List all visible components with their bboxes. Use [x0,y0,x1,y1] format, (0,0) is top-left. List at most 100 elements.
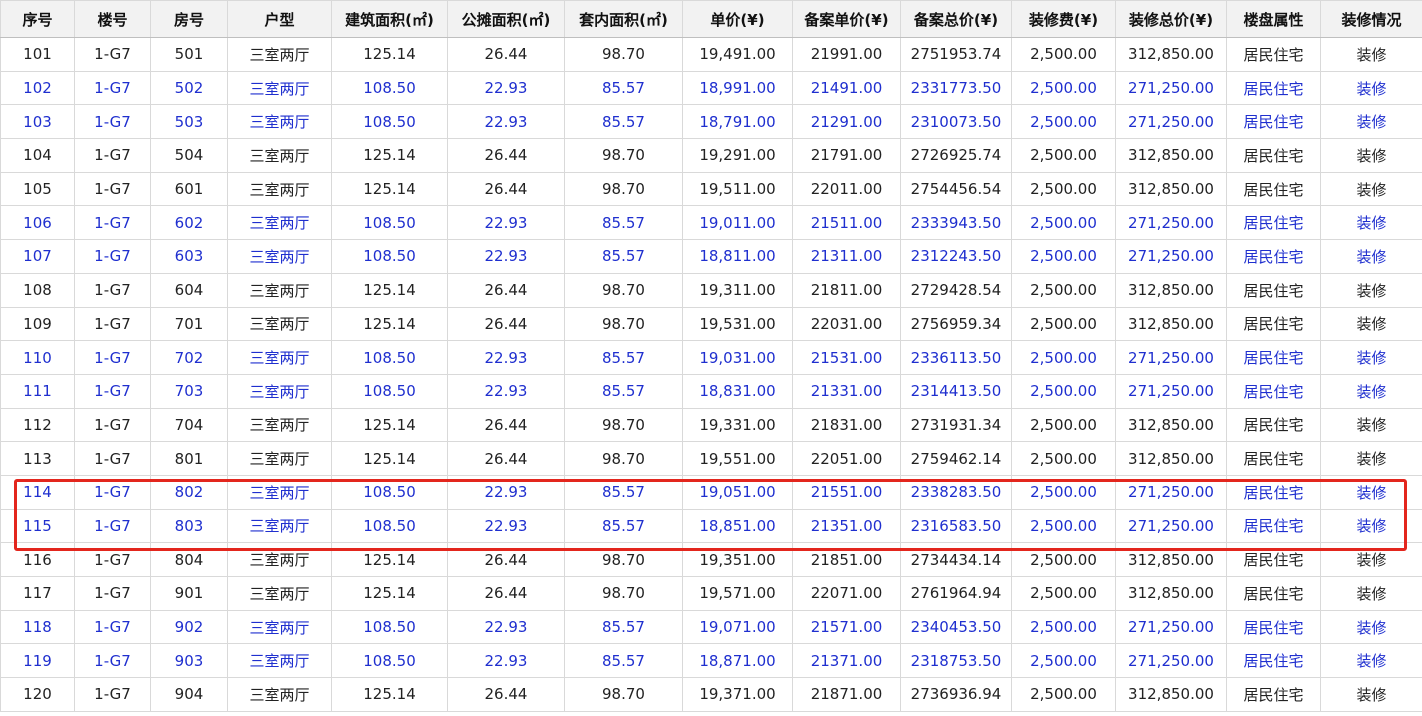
table-row[interactable]: 108 1-G7 604 三室两厅 125.14 26.44 98.70 19,311.00 2… [0,272,1422,308]
decoration-total-column-header[interactable]: 装修总价(¥) [1115,0,1227,38]
inner-area-column-header[interactable]: 套内面积(㎡) [564,0,683,38]
filed-unit-price-cell: 21331.00 [792,373,901,409]
decoration-fee-column-header[interactable]: 装修费(¥) [1011,0,1116,38]
decoration-fee-cell: 2,500.00 [1011,576,1116,611]
decoration-status-cell: 装修 [1320,508,1422,544]
table-row[interactable]: 109 1-G7 701 三室两厅 125.14 26.44 98.70 19,531.00 2… [0,306,1422,342]
seq-cell: 102 [0,70,75,106]
shared-area-cell: 22.93 [447,205,565,241]
table-row[interactable]: 117 1-G7 901 三室两厅 125.14 26.44 98.70 19,571.00 2… [0,576,1422,611]
gross-area-column-header[interactable]: 建筑面积(㎡) [331,0,448,38]
filed-unit-price-cell: 22071.00 [792,576,901,611]
property-type-cell: 居民住宅 [1226,474,1321,510]
layout-cell: 三室两厅 [227,70,332,106]
decoration-status-cell: 装修 [1320,70,1422,106]
inner-area-cell: 85.57 [564,205,683,241]
building-cell: 1-G7 [74,643,151,679]
filed-total-price-cell: 2759462.14 [900,441,1012,476]
table-row[interactable]: 111 1-G7 703 三室两厅 108.50 22.93 85.57 18,831.00 2… [0,373,1422,409]
table-row[interactable]: 119 1-G7 903 三室两厅 108.50 22.93 85.57 18,871.00 2… [0,643,1422,679]
gross-area-cell: 125.14 [331,441,448,476]
property-type-cell: 居民住宅 [1226,508,1321,544]
inner-area-cell: 98.70 [564,542,683,577]
decoration-status-cell: 装修 [1320,37,1422,72]
room-column-header[interactable]: 房号 [150,0,228,38]
shared-area-cell: 26.44 [447,441,565,476]
filed-unit-price-cell: 21991.00 [792,37,901,72]
property-type-cell: 居民住宅 [1226,272,1321,308]
gross-area-cell: 108.50 [331,205,448,241]
decoration-total-cell: 312,850.00 [1115,441,1227,476]
shared-area-cell: 26.44 [447,138,565,173]
table-row[interactable]: 120 1-G7 904 三室两厅 125.14 26.44 98.70 19,371.00 2… [0,677,1422,712]
decoration-status-cell: 装修 [1320,609,1422,645]
room-cell: 804 [150,542,228,577]
shared-area-cell: 26.44 [447,37,565,72]
table-row[interactable]: 103 1-G7 503 三室两厅 108.50 22.93 85.57 18,791.00 2… [0,104,1422,140]
table-row[interactable]: 107 1-G7 603 三室两厅 108.50 22.93 85.57 18,811.00 2… [0,239,1422,274]
shared-area-cell: 26.44 [447,542,565,577]
table-row[interactable]: 113 1-G7 801 三室两厅 125.14 26.44 98.70 19,551.00 2… [0,441,1422,476]
room-cell: 504 [150,138,228,173]
decoration-status-column-header[interactable]: 装修情况 [1320,0,1422,38]
room-cell: 501 [150,37,228,72]
gross-area-cell: 108.50 [331,474,448,510]
layout-cell: 三室两厅 [227,205,332,241]
decoration-total-cell: 271,250.00 [1115,205,1227,241]
filed-total-price-cell: 2340453.50 [900,609,1012,645]
decoration-fee-cell: 2,500.00 [1011,138,1116,173]
table-row[interactable]: 116 1-G7 804 三室两厅 125.14 26.44 98.70 19,351.00 2… [0,542,1422,577]
building-cell: 1-G7 [74,104,151,140]
filed-total-price-cell: 2318753.50 [900,643,1012,679]
table-row[interactable]: 101 1-G7 501 三室两厅 125.14 26.44 98.70 19,491.00 2… [0,37,1422,72]
filed-unit-price-column-header[interactable]: 备案单价(¥) [792,0,901,38]
table-row[interactable]: 114 1-G7 802 三室两厅 108.50 22.93 85.57 19,051.00 2… [0,474,1422,510]
table-row[interactable]: 102 1-G7 502 三室两厅 108.50 22.93 85.57 18,991.00 2… [0,70,1422,106]
unit-price-cell: 19,531.00 [682,306,793,342]
inner-area-cell: 85.57 [564,609,683,645]
unit-price-column-header[interactable]: 单价(¥) [682,0,793,38]
property-type-cell: 居民住宅 [1226,306,1321,342]
unit-price-cell: 19,371.00 [682,677,793,712]
room-cell: 802 [150,474,228,510]
filed-unit-price-cell: 22011.00 [792,171,901,207]
property-type-column-header[interactable]: 楼盘属性 [1226,0,1321,38]
layout-column-header[interactable]: 户型 [227,0,332,38]
table-row[interactable]: 118 1-G7 902 三室两厅 108.50 22.93 85.57 19,071.00 2… [0,609,1422,645]
shared-area-cell: 22.93 [447,643,565,679]
layout-cell: 三室两厅 [227,643,332,679]
table-row[interactable]: 112 1-G7 704 三室两厅 125.14 26.44 98.70 19,331.00 2… [0,407,1422,443]
shared-area-cell: 22.93 [447,239,565,274]
room-cell: 703 [150,373,228,409]
layout-cell: 三室两厅 [227,609,332,645]
seq-cell: 109 [0,306,75,342]
unit-price-cell: 18,791.00 [682,104,793,140]
seq-column-header[interactable]: 序号 [0,0,75,38]
shared-area-cell: 26.44 [447,677,565,712]
gross-area-cell: 108.50 [331,373,448,409]
table-row[interactable]: 105 1-G7 601 三室两厅 125.14 26.44 98.70 19,511.00 2… [0,171,1422,207]
table-row[interactable]: 115 1-G7 803 三室两厅 108.50 22.93 85.57 18,851.00 2… [0,508,1422,544]
filed-unit-price-cell: 21831.00 [792,407,901,443]
decoration-status-cell: 装修 [1320,643,1422,679]
decoration-fee-cell: 2,500.00 [1011,508,1116,544]
building-column-header[interactable]: 楼号 [74,0,151,38]
table-row[interactable]: 110 1-G7 702 三室两厅 108.50 22.93 85.57 19,031.00 2… [0,340,1422,375]
filed-total-price-cell: 2761964.94 [900,576,1012,611]
table-row[interactable]: 104 1-G7 504 三室两厅 125.14 26.44 98.70 19,291.00 2… [0,138,1422,173]
filed-total-price-cell: 2754456.54 [900,171,1012,207]
property-type-cell: 居民住宅 [1226,407,1321,443]
table-row[interactable]: 106 1-G7 602 三室两厅 108.50 22.93 85.57 19,011.00 2… [0,205,1422,241]
property-type-cell: 居民住宅 [1226,239,1321,274]
decoration-total-cell: 271,250.00 [1115,70,1227,106]
decoration-fee-cell: 2,500.00 [1011,407,1116,443]
decoration-total-cell: 271,250.00 [1115,609,1227,645]
filed-total-price-column-header[interactable]: 备案总价(¥) [900,0,1012,38]
decoration-status-cell: 装修 [1320,272,1422,308]
building-cell: 1-G7 [74,70,151,106]
decoration-fee-cell: 2,500.00 [1011,37,1116,72]
inner-area-cell: 98.70 [564,441,683,476]
layout-cell: 三室两厅 [227,306,332,342]
filed-unit-price-cell: 21571.00 [792,609,901,645]
shared-area-column-header[interactable]: 公摊面积(㎡) [447,0,565,38]
